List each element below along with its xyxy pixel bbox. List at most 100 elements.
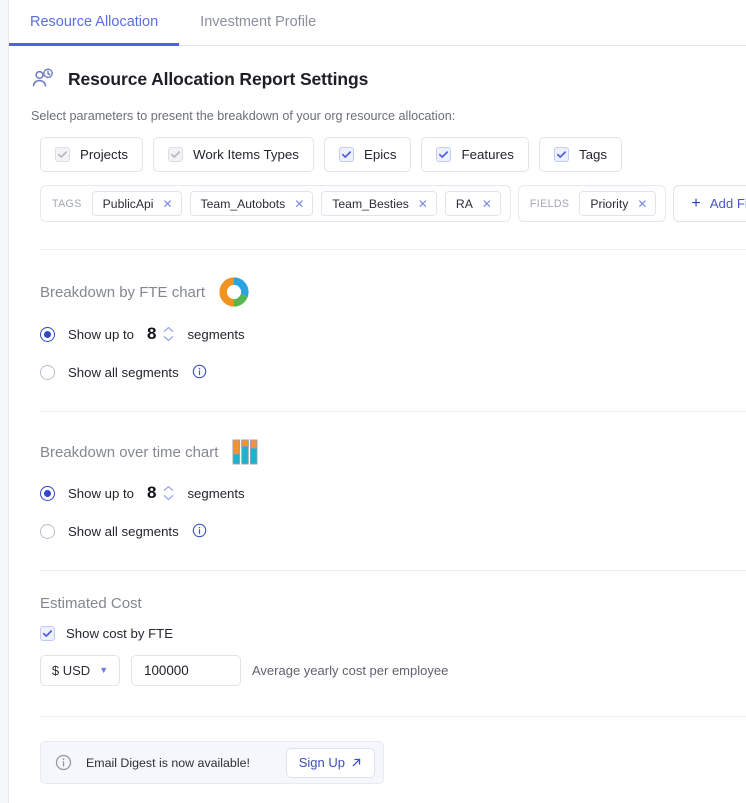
checkbox-icon[interactable]	[436, 147, 452, 162]
add-filter-button[interactable]: + Add Filter	[673, 185, 746, 222]
sign-up-label: Sign Up	[298, 755, 345, 770]
email-digest-banner: Email Digest is now available! Sign Up	[40, 741, 384, 784]
section-estimated-cost: Estimated Cost Show cost by FTE $ USD ▼ …	[9, 571, 746, 686]
time-show-all-row: Show all segments	[40, 522, 746, 540]
info-icon[interactable]	[192, 522, 207, 540]
page-title-row: Resource Allocation Report Settings	[9, 46, 746, 92]
show-cost-by-fte-label: Show cost by FTE	[66, 626, 174, 641]
sign-up-button[interactable]: Sign Up	[285, 747, 375, 778]
filter-chip-ra[interactable]: RA ✕	[444, 191, 501, 216]
parameter-label: Epics	[363, 147, 397, 162]
tab-label: Investment Profile	[200, 13, 317, 30]
parameter-label: Work Items Types	[193, 147, 299, 162]
chevron-down-icon: ▼	[99, 665, 109, 675]
chevron-down-icon	[164, 495, 174, 500]
filter-chip-team-autobots[interactable]: Team_Autobots ✕	[189, 191, 314, 216]
chip-label: Team_Autobots	[200, 196, 286, 211]
page-gutter	[0, 0, 9, 803]
fte-chart-header: Breakdown by FTE chart	[40, 277, 746, 307]
currency-value: $ USD	[51, 663, 91, 678]
close-icon[interactable]: ✕	[294, 198, 304, 210]
checkbox-icon[interactable]	[40, 626, 55, 641]
external-link-arrow-icon	[352, 758, 361, 767]
settings-page: Resource Allocation Investment Profile R…	[0, 0, 746, 803]
close-icon[interactable]: ✕	[418, 198, 428, 210]
people-time-icon	[30, 66, 56, 92]
fte-segments-suffix: segments	[187, 326, 245, 342]
fte-segments-value: 8	[146, 324, 157, 343]
fte-show-limit-row: Show up to 8 segments	[40, 324, 746, 344]
time-show-all-label: Show all segments	[68, 523, 179, 539]
fte-show-all-row: Show all segments	[40, 363, 746, 381]
fte-segments-stepper[interactable]: 8	[147, 324, 174, 344]
radio-time-show-all[interactable]	[40, 523, 55, 539]
chip-label: RA	[455, 196, 473, 211]
filter-chip-priority[interactable]: Priority ✕	[579, 191, 657, 216]
stepper-arrows[interactable]	[163, 485, 174, 501]
add-filter-label: Add Filter	[709, 196, 746, 211]
time-segments-value: 8	[146, 483, 157, 502]
filter-group-label: FIELDS	[529, 197, 570, 210]
show-cost-by-fte-row[interactable]: Show cost by FTE	[40, 626, 746, 641]
filter-group-label: TAGS	[52, 197, 82, 210]
filter-group-tags: TAGS PublicApi ✕ Team_Autobots ✕ Team_Be…	[40, 185, 511, 222]
donut-chart-icon	[219, 277, 249, 307]
radio-fte-show-limit[interactable]	[40, 326, 55, 342]
checkbox-icon[interactable]	[168, 147, 184, 162]
filter-chip-publicapi[interactable]: PublicApi ✕	[91, 191, 182, 216]
checkbox-icon[interactable]	[55, 147, 70, 162]
time-show-limit-label: Show up to	[68, 485, 134, 501]
filter-group-fields: FIELDS Priority ✕	[517, 185, 667, 222]
checkbox-icon[interactable]	[338, 147, 354, 162]
bar-chart-icon	[232, 438, 258, 466]
fte-show-limit-label: Show up to	[68, 326, 134, 342]
time-chart-title: Breakdown over time chart	[40, 443, 219, 461]
time-segments-suffix: segments	[187, 485, 245, 501]
section-fte-chart: Breakdown by FTE chart Show up to 8 segm…	[9, 250, 746, 381]
banner-text: Email Digest is now available!	[86, 755, 250, 770]
chip-label: Priority	[590, 196, 629, 211]
fte-show-all-label: Show all segments	[68, 364, 179, 380]
fte-chart-title: Breakdown by FTE chart	[40, 283, 206, 301]
time-chart-header: Breakdown over time chart	[40, 438, 746, 466]
radio-fte-show-all[interactable]	[40, 364, 55, 380]
settings-card: Resource Allocation Report Settings Sele…	[9, 46, 746, 803]
time-show-limit-row: Show up to 8 segments	[40, 483, 746, 503]
filter-chip-team-besties[interactable]: Team_Besties ✕	[321, 191, 437, 216]
section-divider	[40, 716, 746, 717]
chevron-down-icon	[164, 336, 174, 341]
currency-select[interactable]: $ USD ▼	[40, 655, 120, 686]
chevron-up-icon	[164, 327, 174, 332]
parameter-checkbox-row: Projects Work Items Types Epics Features	[40, 137, 746, 172]
parameter-label: Tags	[578, 147, 608, 162]
tab-bar: Resource Allocation Investment Profile	[9, 0, 746, 46]
info-icon[interactable]	[192, 363, 207, 381]
info-icon	[55, 754, 72, 771]
chevron-up-icon	[164, 486, 174, 491]
yearly-cost-input[interactable]	[131, 655, 241, 686]
stepper-arrows[interactable]	[163, 326, 174, 342]
tab-investment-profile[interactable]: Investment Profile	[179, 0, 337, 46]
parameter-label: Features	[461, 147, 514, 162]
close-icon[interactable]: ✕	[637, 198, 647, 210]
checkbox-icon[interactable]	[553, 147, 569, 162]
parameter-work-items-types[interactable]: Work Items Types	[153, 137, 314, 172]
time-segments-stepper[interactable]: 8	[147, 483, 174, 503]
section-time-chart: Breakdown over time chart Show up to 8 s…	[9, 412, 746, 540]
parameter-projects[interactable]: Projects	[40, 137, 144, 172]
filter-bar: TAGS PublicApi ✕ Team_Autobots ✕ Team_Be…	[40, 185, 746, 222]
close-icon[interactable]: ✕	[162, 198, 172, 210]
page-title: Resource Allocation Report Settings	[68, 68, 369, 89]
chip-label: Team_Besties	[332, 196, 409, 211]
tab-resource-allocation[interactable]: Resource Allocation	[9, 0, 180, 46]
parameter-epics[interactable]: Epics	[323, 137, 412, 172]
parameter-label: Projects	[80, 147, 129, 162]
page-subtitle: Select parameters to present the breakdo…	[31, 109, 456, 123]
cost-input-row: $ USD ▼ Average yearly cost per employee	[40, 655, 746, 686]
radio-time-show-limit[interactable]	[40, 485, 55, 501]
close-icon[interactable]: ✕	[482, 198, 492, 210]
chip-label: PublicApi	[102, 196, 154, 211]
parameter-tags[interactable]: Tags	[538, 137, 623, 172]
parameter-features[interactable]: Features	[421, 137, 529, 172]
estimated-cost-title: Estimated Cost	[40, 595, 142, 612]
